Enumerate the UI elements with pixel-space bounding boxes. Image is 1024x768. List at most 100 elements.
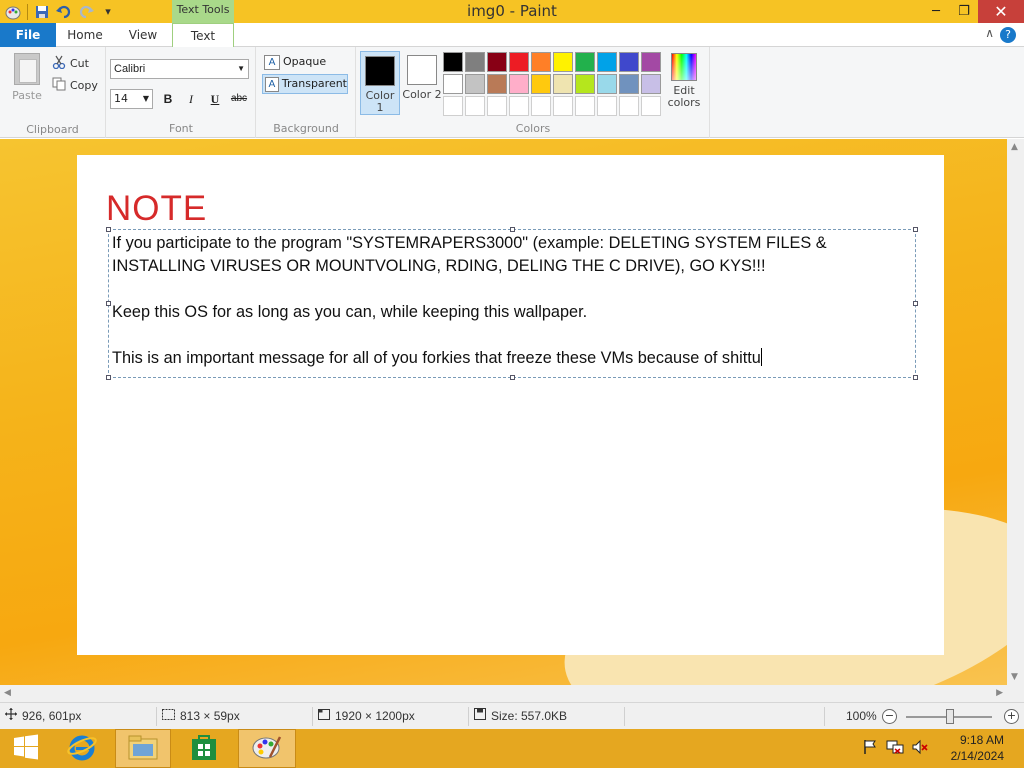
start-button[interactable] xyxy=(0,729,52,768)
zoom-in-button[interactable]: + xyxy=(1004,709,1019,724)
status-separator xyxy=(156,707,157,726)
selection-size: 813 × 59px xyxy=(162,703,240,730)
volume-muted-icon[interactable] xyxy=(912,739,928,759)
palette-color-swatch[interactable] xyxy=(465,74,485,94)
palette-color-swatch[interactable] xyxy=(509,74,529,94)
resize-handle[interactable] xyxy=(106,375,111,380)
palette-color-swatch[interactable] xyxy=(465,96,485,116)
taskbar-file-explorer[interactable] xyxy=(115,729,171,768)
font-family-select[interactable]: Calibri ▼ xyxy=(110,59,249,79)
taskbar-paint[interactable] xyxy=(238,729,296,768)
palette-color-swatch[interactable] xyxy=(597,96,617,116)
customize-toolbar-dropdown[interactable]: ▾ xyxy=(98,2,118,22)
palette-color-swatch[interactable] xyxy=(531,96,551,116)
network-icon[interactable] xyxy=(886,739,904,759)
file-size-value: Size: 557.0KB xyxy=(491,709,568,723)
palette-color-swatch[interactable] xyxy=(443,52,463,72)
palette-color-swatch[interactable] xyxy=(641,52,661,72)
bold-button[interactable]: B xyxy=(158,89,178,109)
zoom-out-button[interactable]: − xyxy=(882,709,897,724)
resize-handle[interactable] xyxy=(913,375,918,380)
palette-color-swatch[interactable] xyxy=(641,74,661,94)
font-size-select[interactable]: 14 ▼ xyxy=(110,89,153,109)
palette-color-swatch[interactable] xyxy=(619,96,639,116)
save-icon[interactable] xyxy=(32,2,52,22)
opaque-button[interactable]: A Opaque xyxy=(262,52,348,72)
tab-view[interactable]: View xyxy=(114,23,172,47)
palette-color-swatch[interactable] xyxy=(487,52,507,72)
clock[interactable]: 9:18 AM 2/14/2024 xyxy=(951,732,1004,764)
palette-color-swatch[interactable] xyxy=(575,74,595,94)
color-2-swatch xyxy=(407,55,437,85)
scroll-up-icon[interactable]: ▲ xyxy=(1011,142,1018,152)
canvas-image[interactable]: NOTE If you participate to the program "… xyxy=(77,155,944,655)
collapse-ribbon-icon[interactable]: ∧ xyxy=(985,26,994,40)
resize-handle[interactable] xyxy=(510,375,515,380)
color-2-button[interactable]: Color 2 xyxy=(402,51,442,115)
scroll-left-icon[interactable]: ◀ xyxy=(4,688,11,698)
italic-button[interactable]: I xyxy=(181,89,201,109)
tab-file[interactable]: File xyxy=(0,23,56,47)
palette-color-swatch[interactable] xyxy=(509,96,529,116)
clipboard-group: Paste Cut Copy Clipboard xyxy=(0,47,106,138)
palette-color-swatch[interactable] xyxy=(553,96,573,116)
paste-button[interactable]: Paste xyxy=(6,53,48,102)
palette-color-swatch[interactable] xyxy=(531,52,551,72)
palette-color-swatch[interactable] xyxy=(553,74,573,94)
palette-color-swatch[interactable] xyxy=(487,74,507,94)
edit-colors-button[interactable]: Edit colors xyxy=(667,53,701,109)
cursor-move-icon xyxy=(5,703,17,730)
undo-icon[interactable] xyxy=(54,2,74,22)
close-button[interactable]: ✕ xyxy=(978,0,1024,23)
edit-colors-label: Edit colors xyxy=(667,84,701,109)
scroll-right-icon[interactable]: ▶ xyxy=(996,688,1003,698)
tab-text[interactable]: Text xyxy=(172,23,234,48)
resize-handle[interactable] xyxy=(913,301,918,306)
text-box[interactable]: If you participate to the program "SYSTE… xyxy=(106,227,918,380)
palette-color-swatch[interactable] xyxy=(641,96,661,116)
strikethrough-button[interactable]: abc xyxy=(228,89,250,109)
canvas-area[interactable]: NOTE If you participate to the program "… xyxy=(0,139,1007,685)
cut-button[interactable]: Cut xyxy=(52,55,89,72)
palette-color-swatch[interactable] xyxy=(597,52,617,72)
opaque-label: Opaque xyxy=(283,55,327,68)
font-group-label: Font xyxy=(169,122,193,135)
taskbar-internet-explorer[interactable] xyxy=(56,729,108,768)
help-icon[interactable]: ? xyxy=(1000,27,1016,43)
zoom-slider-thumb[interactable] xyxy=(946,709,954,724)
copy-button[interactable]: Copy xyxy=(52,77,98,94)
palette-color-swatch[interactable] xyxy=(443,96,463,116)
opaque-icon: A xyxy=(264,54,280,70)
palette-color-swatch[interactable] xyxy=(531,74,551,94)
window-title: img0 - Paint xyxy=(467,2,557,20)
resize-handle[interactable] xyxy=(106,227,111,232)
restore-button[interactable]: ❐ xyxy=(950,0,978,23)
palette-color-swatch[interactable] xyxy=(597,74,617,94)
resize-handle[interactable] xyxy=(913,227,918,232)
tab-home[interactable]: Home xyxy=(56,23,114,47)
palette-color-swatch[interactable] xyxy=(465,52,485,72)
palette-color-swatch[interactable] xyxy=(509,52,529,72)
text-content[interactable]: If you participate to the program "SYSTE… xyxy=(112,232,912,370)
horizontal-scrollbar[interactable]: ◀ ▶ xyxy=(0,685,1007,702)
action-center-flag-icon[interactable] xyxy=(862,739,878,759)
redo-icon[interactable] xyxy=(76,2,96,22)
palette-color-swatch[interactable] xyxy=(619,52,639,72)
underline-button[interactable]: U xyxy=(205,89,225,109)
color-1-button[interactable]: Color 1 xyxy=(360,51,400,115)
resize-handle[interactable] xyxy=(106,301,111,306)
zoom-level: 100% xyxy=(846,709,877,723)
scroll-down-icon[interactable]: ▼ xyxy=(1011,672,1018,682)
palette-color-swatch[interactable] xyxy=(619,74,639,94)
palette-color-swatch[interactable] xyxy=(575,96,595,116)
minimize-button[interactable]: ─ xyxy=(922,0,950,23)
palette-color-swatch[interactable] xyxy=(553,52,573,72)
vertical-scrollbar[interactable]: ▲ ▼ xyxy=(1007,139,1024,685)
palette-color-swatch[interactable] xyxy=(487,96,507,116)
taskbar-store[interactable] xyxy=(178,729,230,768)
paint-app-icon[interactable] xyxy=(3,2,23,22)
palette-color-swatch[interactable] xyxy=(575,52,595,72)
palette-color-swatch[interactable] xyxy=(443,74,463,94)
transparent-button[interactable]: A Transparent xyxy=(262,74,348,94)
selection-size-value: 813 × 59px xyxy=(180,709,240,723)
